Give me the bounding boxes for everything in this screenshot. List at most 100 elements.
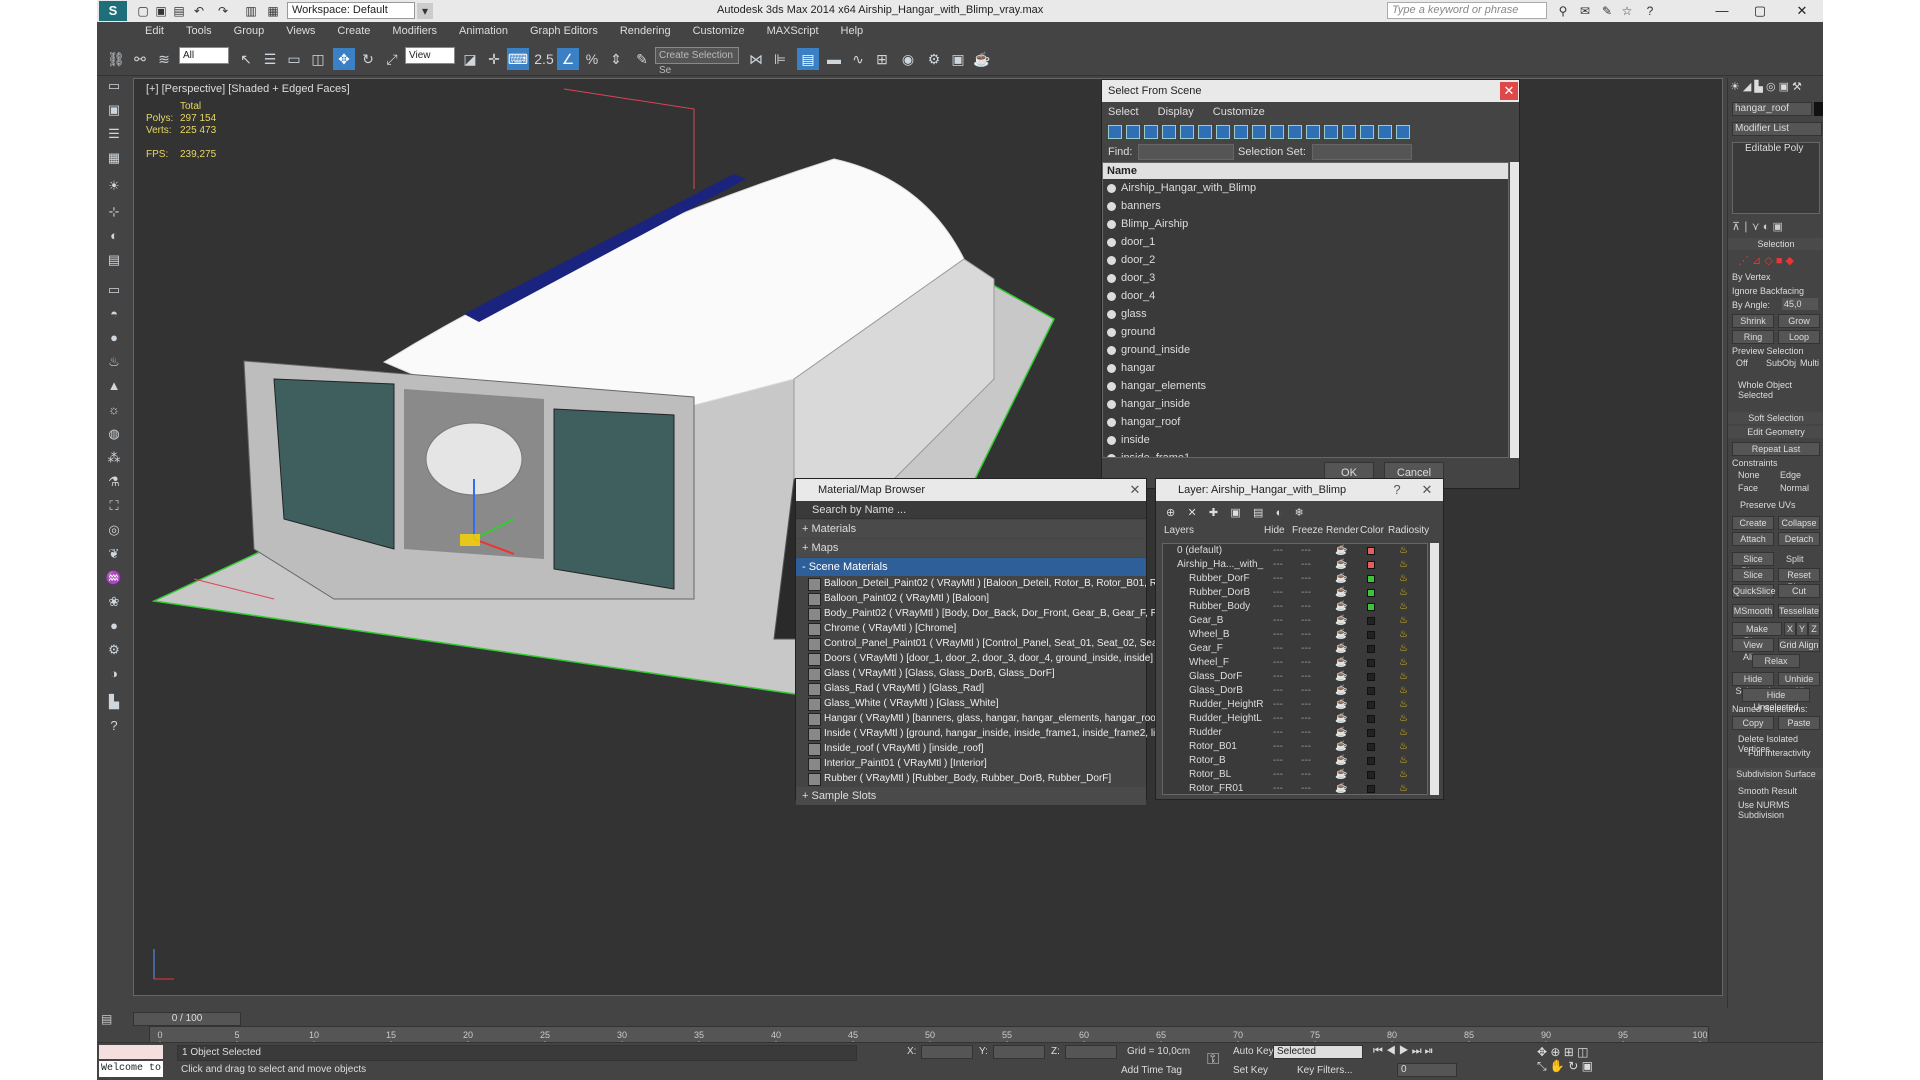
select-invert-icon[interactable] bbox=[1360, 125, 1374, 139]
selected-key-dropdown[interactable]: Selected bbox=[1273, 1045, 1363, 1059]
layer-row[interactable]: Rotor_B --- --- ☕ ♨ bbox=[1163, 754, 1427, 768]
maxscript-mini-listener[interactable] bbox=[99, 1045, 163, 1059]
select-object-icon[interactable]: ↖ bbox=[235, 48, 257, 70]
filter-bones-icon[interactable] bbox=[1252, 125, 1266, 139]
msmooth-button[interactable]: MSmooth bbox=[1732, 604, 1774, 618]
layer-row[interactable]: Gear_F --- --- ☕ ♨ bbox=[1163, 642, 1427, 656]
pivot-center-icon[interactable]: ◪ bbox=[459, 48, 481, 70]
menu-tools[interactable]: Tools bbox=[186, 22, 212, 40]
layer-color-swatch[interactable] bbox=[1367, 757, 1375, 765]
planar-y-button[interactable]: Y bbox=[1796, 622, 1808, 636]
freeze-toggle[interactable]: --- bbox=[1301, 712, 1311, 726]
camera-icon[interactable]: ▣ bbox=[103, 100, 125, 120]
use-nurms-checkbox[interactable]: Use NURMS Subdivision bbox=[1738, 800, 1823, 820]
snaps-toggle-icon[interactable]: 2.5 bbox=[533, 48, 555, 70]
render-toggle-icon[interactable]: ☕ bbox=[1335, 600, 1347, 614]
app-logo-icon[interactable]: S bbox=[99, 1, 127, 21]
graphite-ribbon-icon[interactable]: ▬ bbox=[823, 48, 845, 70]
layer-row[interactable]: Rotor_BL --- --- ☕ ♨ bbox=[1163, 768, 1427, 782]
filter-geometry-icon[interactable] bbox=[1108, 125, 1122, 139]
render-toggle-icon[interactable]: ☕ bbox=[1335, 586, 1347, 600]
scene-object-row[interactable]: banners bbox=[1103, 197, 1508, 215]
favorites-icon[interactable]: ☆ bbox=[1619, 3, 1635, 19]
window-crossing-icon[interactable]: ◫ bbox=[307, 48, 329, 70]
hide-unselected-button[interactable]: Hide Unselected bbox=[1742, 688, 1810, 712]
add-time-tag[interactable]: Add Time Tag bbox=[1121, 1065, 1182, 1076]
repeat-last-button[interactable]: Repeat Last bbox=[1732, 442, 1820, 456]
curve-editor-icon[interactable]: ∿ bbox=[847, 48, 869, 70]
layer-color-swatch[interactable] bbox=[1367, 743, 1375, 751]
menu-group[interactable]: Group bbox=[234, 22, 265, 40]
collapse-button[interactable]: Collapse bbox=[1778, 516, 1820, 530]
smooth-result-checkbox[interactable]: Smooth Result bbox=[1738, 786, 1797, 796]
material-row[interactable]: Body_Paint02 ( VRayMtl ) [Body, Dor_Back… bbox=[796, 606, 1191, 621]
hide-toggle[interactable]: --- bbox=[1273, 698, 1283, 712]
radiosity-toggle-icon[interactable]: ♨ bbox=[1399, 628, 1408, 642]
hide-toggle[interactable]: --- bbox=[1273, 614, 1283, 628]
globe-icon[interactable]: ◎ bbox=[103, 520, 125, 540]
z-coordinate-field[interactable] bbox=[1065, 1045, 1117, 1059]
foliage-icon[interactable]: ❦ bbox=[103, 544, 125, 564]
rectangular-selection-icon[interactable]: ▭ bbox=[283, 48, 305, 70]
edit-named-selection-icon[interactable]: ✎ bbox=[631, 48, 653, 70]
modifier-list-dropdown[interactable]: Modifier List bbox=[1732, 122, 1822, 136]
copy-button[interactable]: Copy bbox=[1732, 716, 1774, 730]
filter-helpers-icon[interactable] bbox=[1180, 125, 1194, 139]
sample-slots-group[interactable]: + Sample Slots bbox=[796, 787, 1146, 805]
render-toggle-icon[interactable]: ☕ bbox=[1335, 684, 1347, 698]
select-and-rotate-icon[interactable]: ↻ bbox=[357, 48, 379, 70]
hide-toggle[interactable]: --- bbox=[1273, 628, 1283, 642]
dynamics-icon[interactable]: ⚗ bbox=[103, 472, 125, 492]
freeze-toggle[interactable]: --- bbox=[1301, 782, 1311, 794]
freeze-toggle[interactable]: --- bbox=[1301, 600, 1311, 614]
render-setup-icon[interactable]: ▦ bbox=[265, 3, 281, 19]
radiosity-toggle-icon[interactable]: ♨ bbox=[1399, 726, 1408, 740]
constraint-face-radio[interactable]: Face bbox=[1738, 483, 1758, 493]
attach-button[interactable]: Attach bbox=[1732, 532, 1774, 546]
menu-maxscript[interactable]: MAXScript bbox=[767, 22, 819, 40]
freeze-toggle[interactable]: --- bbox=[1301, 740, 1311, 754]
menu-rendering[interactable]: Rendering bbox=[620, 22, 671, 40]
radiosity-toggle-icon[interactable]: ♨ bbox=[1399, 586, 1408, 600]
filter-containers-icon[interactable] bbox=[1270, 125, 1284, 139]
scene-object-row[interactable]: hangar_elements bbox=[1103, 377, 1508, 395]
cut-button[interactable]: Cut bbox=[1778, 584, 1820, 598]
bind-spacewarp-icon[interactable]: ≋ bbox=[153, 48, 175, 70]
find-input[interactable] bbox=[1138, 144, 1234, 160]
particles-icon[interactable]: ⁂ bbox=[103, 448, 125, 468]
detach-button[interactable]: Detach bbox=[1778, 532, 1820, 546]
select-manipulate-icon[interactable]: ✛ bbox=[483, 48, 505, 70]
sfs-close-button[interactable]: ✕ bbox=[1500, 82, 1518, 100]
preview-off-radio[interactable]: Off bbox=[1736, 358, 1748, 368]
layer-row[interactable]: 0 (default) --- --- ☕ ♨ bbox=[1163, 544, 1427, 558]
stack-tools[interactable]: ⊼ ∣ ⋎ ◐ ▣ bbox=[1732, 220, 1820, 234]
tessellate-button[interactable]: Tessellate bbox=[1778, 604, 1820, 618]
render-toggle-icon[interactable]: ☕ bbox=[1335, 782, 1347, 794]
preserve-uvs-checkbox[interactable]: Preserve UVs bbox=[1740, 500, 1796, 510]
render-toggle-icon[interactable]: ☕ bbox=[1335, 754, 1347, 768]
earth-icon[interactable]: ● bbox=[103, 616, 125, 636]
named-selection-set-dropdown[interactable]: Create Selection Se bbox=[655, 47, 739, 76]
layer-row[interactable]: Gear_B --- --- ☕ ♨ bbox=[1163, 614, 1427, 628]
set-key-button[interactable]: Set Key bbox=[1233, 1065, 1268, 1076]
layer-color-swatch[interactable] bbox=[1367, 631, 1375, 639]
col-layers[interactable]: Layers bbox=[1156, 525, 1264, 541]
material-browser-close-button[interactable]: ✕ bbox=[1126, 481, 1144, 499]
freeze-toggle[interactable]: --- bbox=[1301, 768, 1311, 782]
hold-icon[interactable]: ▥ bbox=[243, 3, 259, 19]
help-circle-icon[interactable]: ? bbox=[103, 716, 125, 736]
layer-close-button[interactable]: ✕ bbox=[1418, 481, 1436, 499]
maps-group[interactable]: + Maps bbox=[796, 539, 1146, 557]
hide-toggle[interactable]: --- bbox=[1273, 740, 1283, 754]
cone-icon[interactable]: ▲ bbox=[103, 376, 125, 396]
communication-icon[interactable]: ✎ bbox=[1599, 3, 1615, 19]
link-icon[interactable]: ⛓ bbox=[105, 48, 127, 70]
layer-row[interactable]: Rotor_FR01 --- --- ☕ ♨ bbox=[1163, 782, 1427, 794]
render-toggle-icon[interactable]: ☕ bbox=[1335, 656, 1347, 670]
subdivision-surface-rollout[interactable]: Subdivision Surface bbox=[1728, 768, 1823, 780]
col-render[interactable]: Render bbox=[1326, 525, 1360, 541]
hide-toggle[interactable]: --- bbox=[1273, 782, 1283, 794]
freeze-toggle[interactable]: --- bbox=[1301, 656, 1311, 670]
radiosity-toggle-icon[interactable]: ♨ bbox=[1399, 782, 1408, 794]
scene-object-row[interactable]: hangar_inside bbox=[1103, 395, 1508, 413]
